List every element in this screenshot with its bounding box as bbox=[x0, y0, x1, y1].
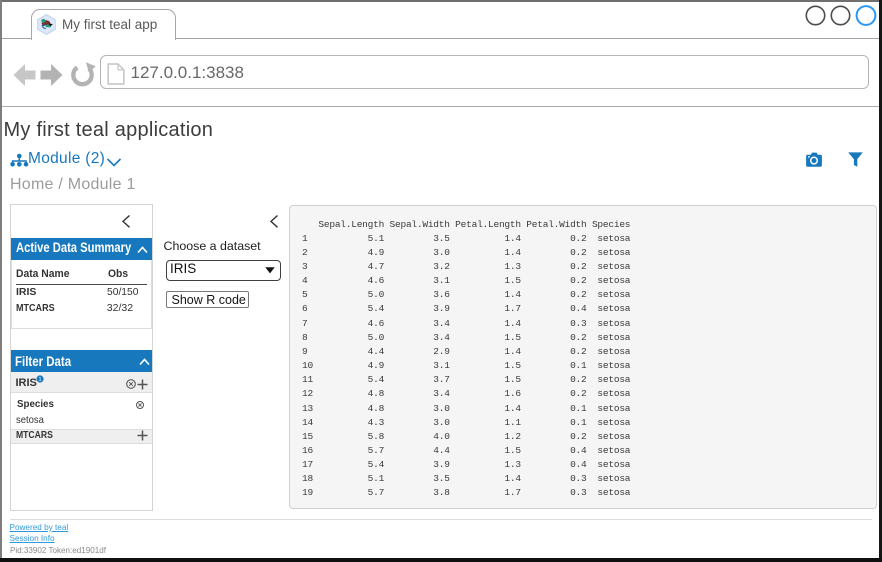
svg-text:1: 1 bbox=[38, 377, 41, 383]
